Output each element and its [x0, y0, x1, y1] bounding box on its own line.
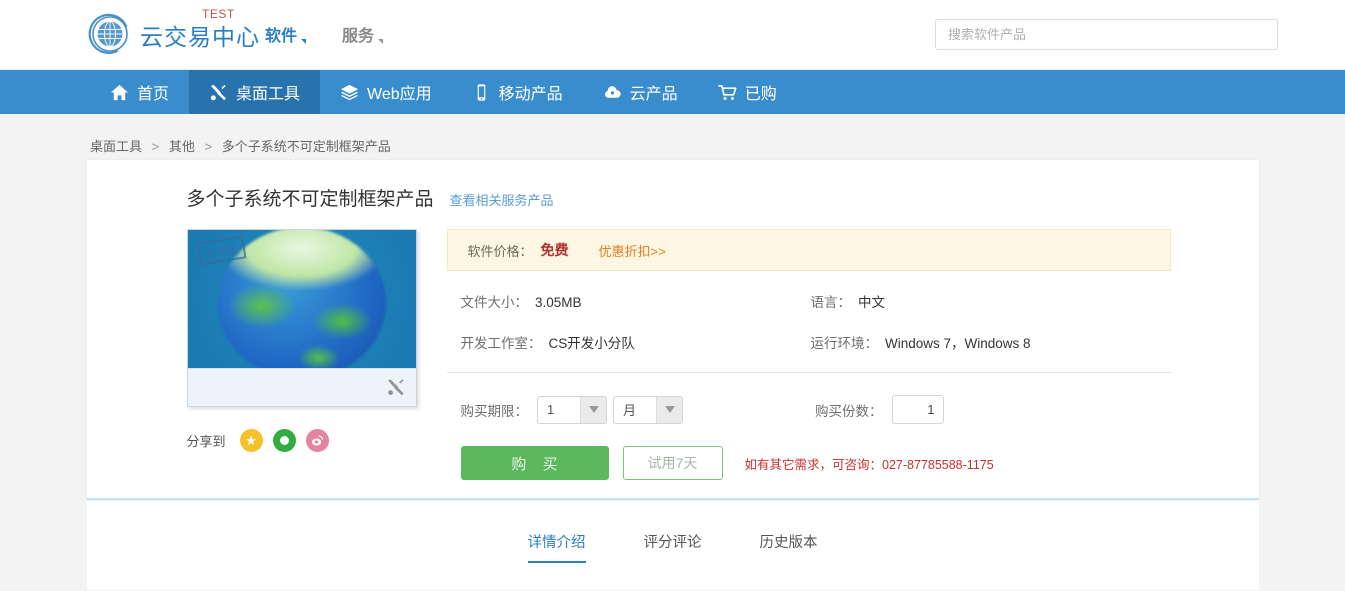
meta-runtime-env: 运行环境： Windows 7，Windows 8	[811, 332, 1171, 352]
top-menu: 软件 服务	[265, 22, 384, 46]
detail-tabs: 详情介绍 评分评论 历史版本	[87, 501, 1259, 563]
chevron-down-icon	[580, 396, 606, 423]
breadcrumb-separator: >	[204, 139, 213, 154]
meta-key: 开发工作室：	[460, 336, 542, 351]
top-menu-item-service[interactable]: 服务	[342, 22, 384, 46]
product-actions-row: 购 买 试用7天 如有其它需求，可咨询：027-87785588-1175	[447, 446, 1171, 480]
thumbnail-footer-bar	[187, 368, 416, 406]
chevron-down-icon	[301, 39, 307, 44]
product-detail-card: 多个子系统不可定制框架产品 查看相关服务产品 测试版 分享到 ★ 软件价格： 免…	[86, 160, 1259, 500]
main-nav: 首页 桌面工具 Web应用 移动产品 云产品 已购	[0, 70, 1345, 114]
breadcrumb-item-0[interactable]: 桌面工具	[90, 139, 142, 154]
breadcrumb: 桌面工具 > 其他 > 多个子系统不可定制框架产品	[0, 114, 1345, 160]
nav-item-cloud-products[interactable]: 云产品	[583, 70, 698, 114]
product-thumbnail[interactable]: 测试版	[186, 229, 417, 407]
breadcrumb-item-2[interactable]: 多个子系统不可定制框架产品	[222, 139, 391, 154]
nav-item-web-apps[interactable]: Web应用	[320, 70, 452, 114]
page-title: 多个子系统不可定制框架产品	[186, 189, 434, 210]
product-body: 测试版 分享到 ★ 软件价格： 免费 优惠折扣>> 文件大小： 3.05MB 语…	[87, 229, 1259, 480]
chevron-down-icon	[656, 396, 682, 423]
share-row: 分享到 ★	[187, 429, 447, 452]
purchase-term-unit-value: 月	[623, 403, 637, 418]
meta-file-size: 文件大小： 3.05MB	[461, 291, 811, 311]
cloud-icon	[603, 83, 622, 102]
purchase-options-row: 购买期限： 1 月 购买份数：	[447, 395, 1171, 424]
purchase-quantity-label: 购买份数：	[815, 403, 883, 419]
search-input[interactable]	[935, 19, 1278, 50]
trial-button[interactable]: 试用7天	[622, 446, 723, 480]
tab-version-history[interactable]: 历史版本	[760, 531, 818, 563]
star-icon: ★	[245, 433, 257, 448]
search-box[interactable]	[935, 19, 1278, 50]
tools-icon	[209, 83, 228, 102]
purchase-term-unit-select[interactable]: 月	[613, 395, 683, 424]
meta-key: 文件大小：	[460, 295, 529, 310]
tab-details[interactable]: 详情介绍	[527, 531, 586, 563]
tab-reviews[interactable]: 评分评论	[644, 531, 702, 563]
related-service-link[interactable]: 查看相关服务产品	[450, 190, 554, 209]
contact-note: 如有其它需求，可咨询：027-87785588-1175	[744, 457, 994, 472]
top-menu-label: 服务	[342, 28, 375, 45]
tools-icon	[386, 377, 406, 397]
nav-item-purchased[interactable]: 已购	[698, 70, 797, 114]
layers-icon	[340, 83, 359, 102]
product-meta-grid: 文件大小： 3.05MB 语言： 中文 开发工作室： CS开发小分队 运行环境： Win…	[446, 291, 1171, 373]
test-badge: TEST	[202, 7, 235, 21]
product-image: 测试版	[187, 230, 416, 370]
site-header: 云交易中心 TEST 软件 服务	[0, 0, 1345, 70]
nav-item-label: 云产品	[629, 86, 678, 103]
price-label: 软件价格：	[467, 243, 533, 259]
share-qzone-icon[interactable]: ★	[239, 429, 263, 452]
logo-text: 云交易中心	[140, 24, 260, 50]
mobile-icon	[472, 83, 491, 102]
meta-key: 语言：	[810, 295, 852, 310]
purchase-term-label: 购买期限：	[460, 403, 529, 419]
meta-value: 3.05MB	[535, 295, 582, 310]
purchase-term-number-select[interactable]: 1	[537, 395, 607, 424]
nav-item-label: 移动产品	[498, 86, 563, 103]
globe-icon	[86, 10, 136, 60]
product-media-column: 测试版 分享到 ★	[186, 229, 447, 480]
buy-button[interactable]: 购 买	[460, 446, 609, 480]
meta-key: 运行环境：	[810, 336, 879, 351]
nav-item-desktop-tools[interactable]: 桌面工具	[189, 70, 321, 114]
chevron-down-icon	[378, 39, 384, 44]
nav-item-label: Web应用	[367, 86, 432, 103]
nav-item-mobile-products[interactable]: 移动产品	[452, 70, 583, 114]
breadcrumb-separator: >	[151, 139, 160, 154]
share-label: 分享到	[186, 434, 226, 449]
meta-language: 语言： 中文	[811, 291, 1171, 311]
purchase-term-number-value: 1	[547, 402, 555, 417]
nav-item-label: 桌面工具	[236, 86, 301, 103]
meta-value: Windows 7，Windows 8	[885, 336, 1031, 351]
meta-value: CS开发小分队	[548, 336, 635, 351]
circle-icon	[279, 436, 289, 445]
weibo-glyph	[311, 435, 323, 446]
product-title-row: 多个子系统不可定制框架产品 查看相关服务产品	[87, 184, 1259, 211]
price-banner: 软件价格： 免费 优惠折扣>>	[446, 229, 1171, 271]
quantity-input[interactable]	[891, 395, 944, 424]
price-value: 免费	[540, 242, 569, 258]
share-wechat-icon[interactable]	[272, 429, 296, 452]
detail-tabs-panel: 详情介绍 评分评论 历史版本	[86, 500, 1259, 590]
meta-value: 中文	[858, 295, 885, 310]
breadcrumb-item-1[interactable]: 其他	[169, 139, 195, 154]
meta-studio: 开发工作室： CS开发小分队	[461, 332, 811, 352]
nav-item-home[interactable]: 首页	[90, 70, 189, 114]
discount-link[interactable]: 优惠折扣>>	[599, 241, 666, 260]
top-menu-label: 软件	[265, 28, 298, 45]
purchase-quantity-group: 购买份数：	[815, 395, 944, 424]
product-info-column: 软件价格： 免费 优惠折扣>> 文件大小： 3.05MB 语言： 中文 开发工作室：…	[446, 229, 1259, 480]
cart-icon	[717, 83, 737, 102]
nav-item-label: 已购	[744, 86, 777, 103]
top-menu-item-software[interactable]: 软件	[265, 22, 307, 46]
nav-item-label: 首页	[137, 86, 170, 103]
home-icon	[110, 83, 129, 102]
share-weibo-icon[interactable]	[305, 429, 329, 452]
